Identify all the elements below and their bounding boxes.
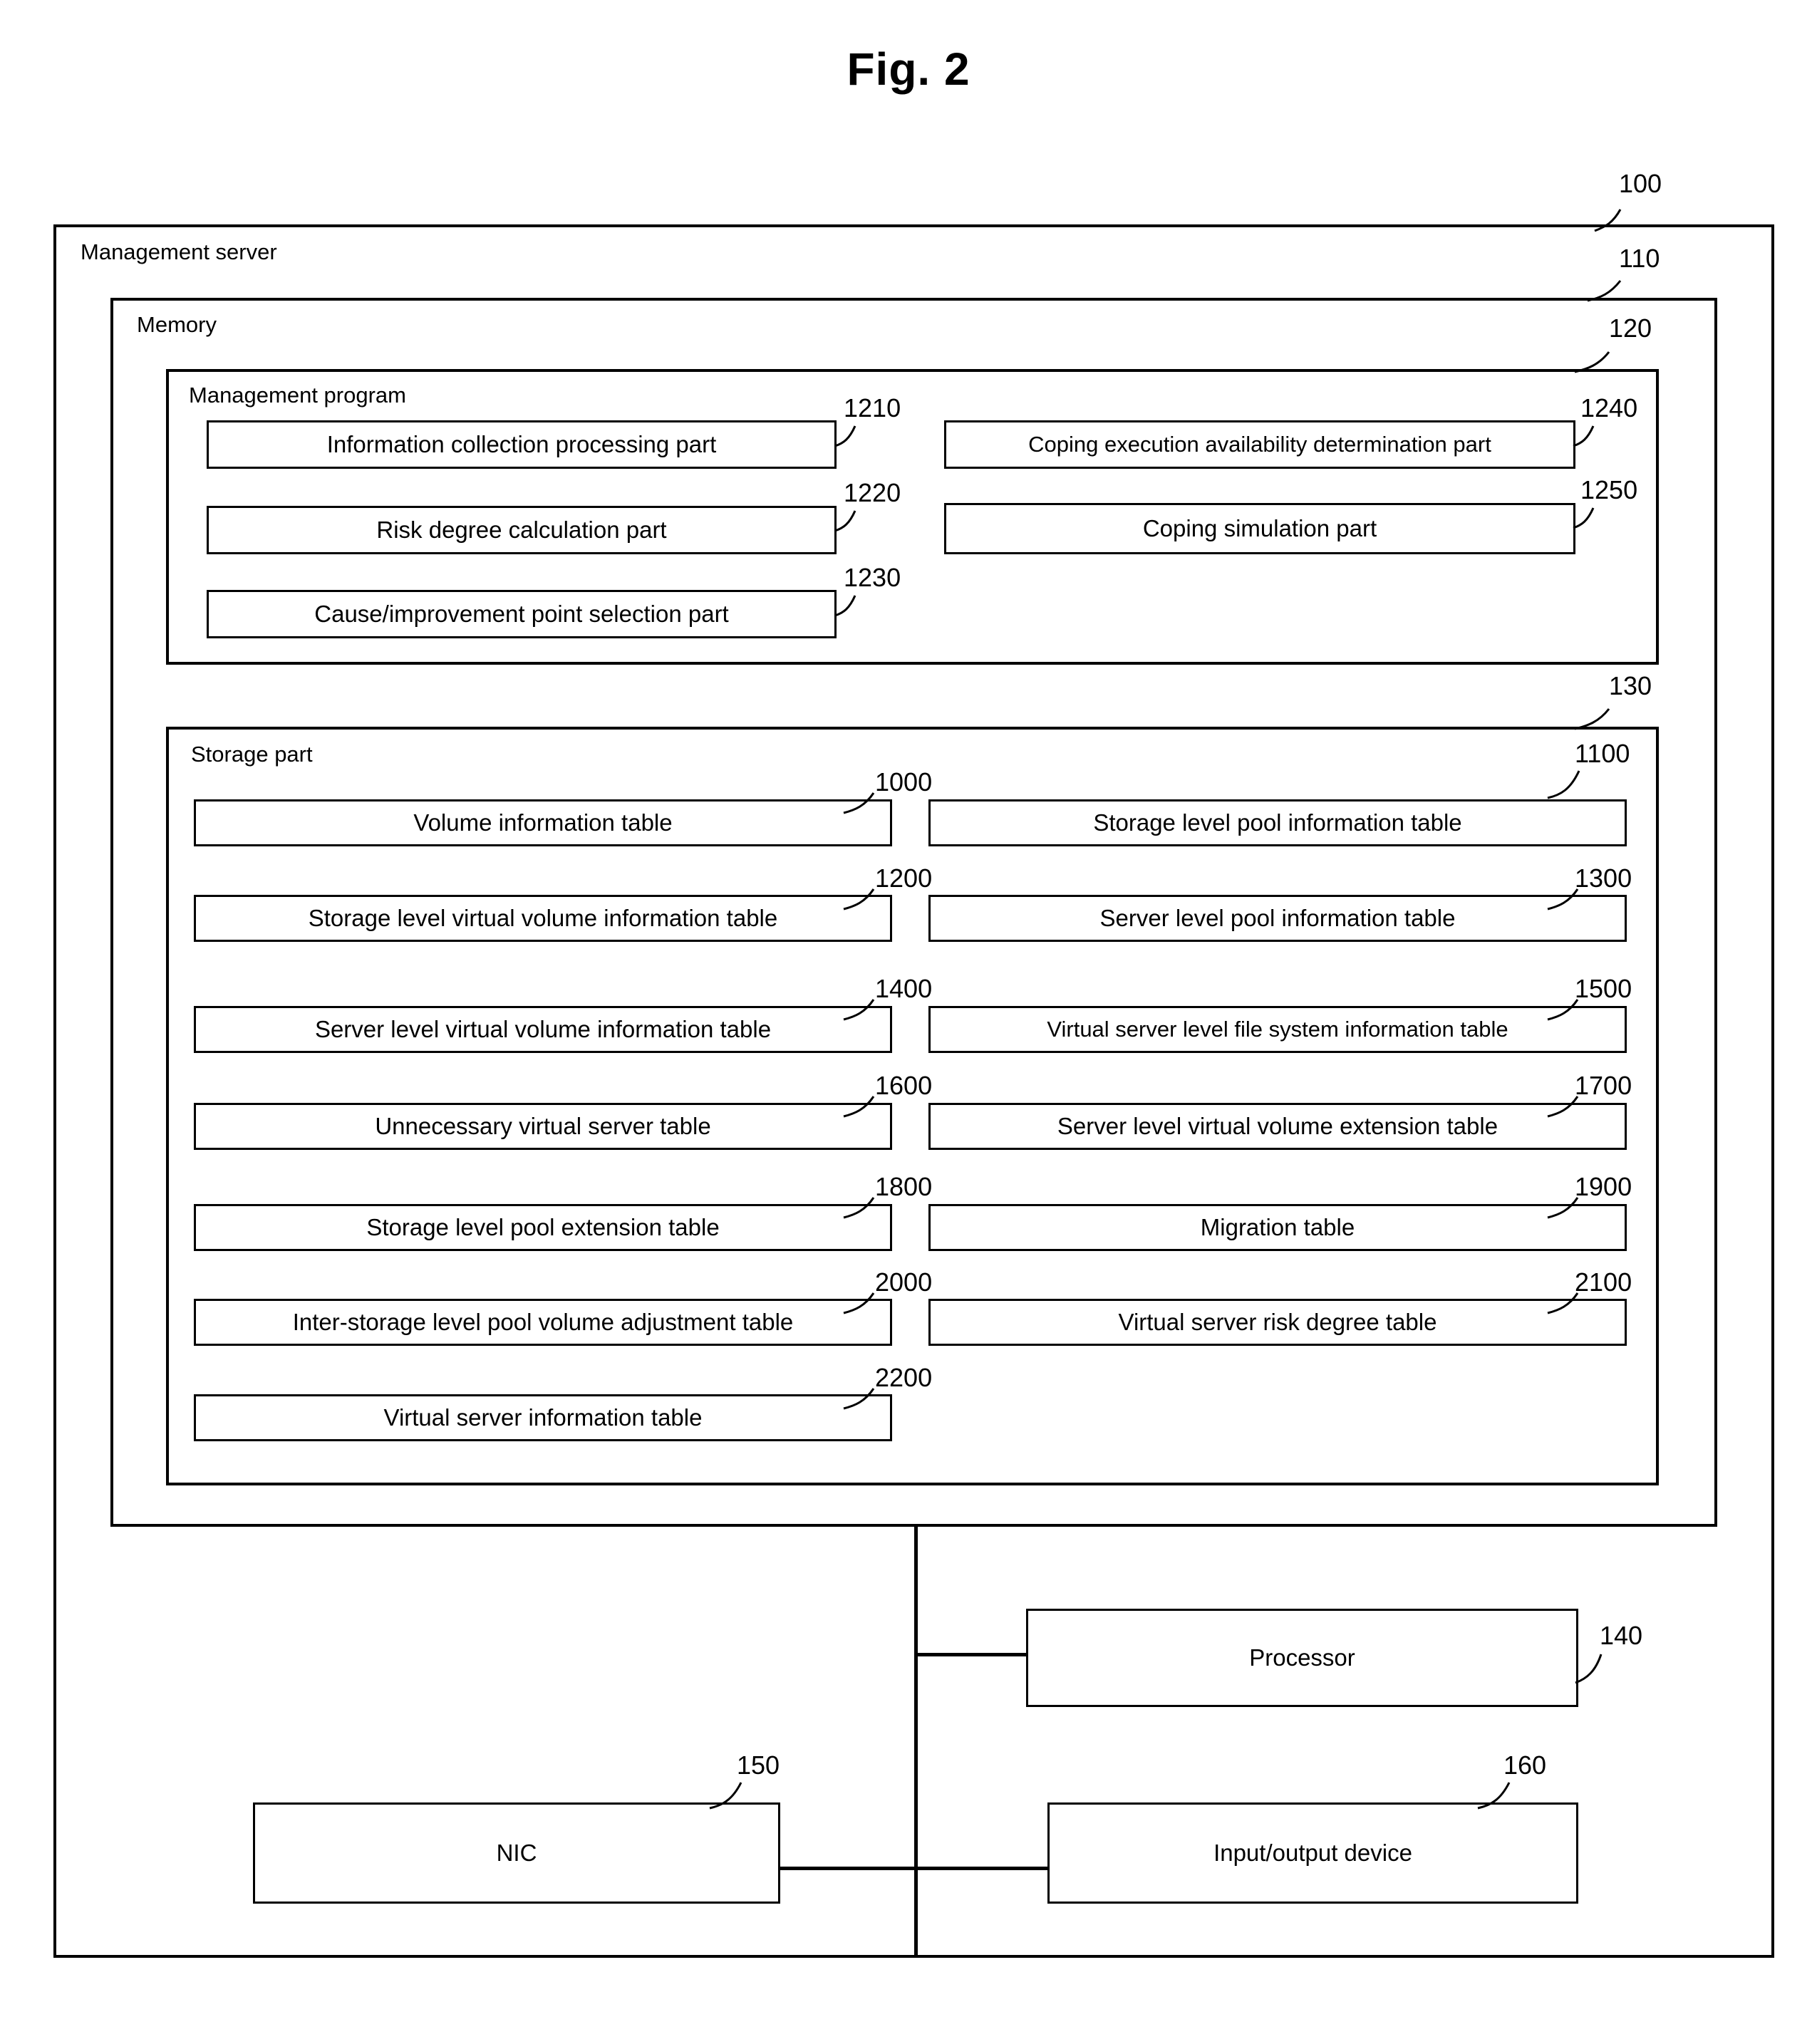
io-device-box[interactable]: Input/output device (1047, 1802, 1578, 1904)
system-bus-branch-processor (914, 1653, 1028, 1656)
migration-table-label: Migration table (1200, 1213, 1355, 1240)
cause-improvement-point-selection-part-label: Cause/improvement point selection part (314, 600, 729, 627)
virtual-server-information-table[interactable]: Virtual server information table (194, 1394, 892, 1441)
management-program-label: Management program (189, 383, 406, 408)
leader-line-130 (1574, 708, 1610, 730)
storage-level-virtual-volume-information-table-label: Storage level virtual volume information… (308, 904, 778, 931)
leader-line-1220 (834, 510, 856, 532)
risk-degree-calculation-part-label: Risk degree calculation part (376, 516, 667, 543)
storage-level-pool-information-table-label: Storage level pool information table (1093, 809, 1462, 836)
leader-line-1800 (843, 1197, 875, 1219)
coping-simulation-part-label: Coping simulation part (1142, 514, 1377, 541)
processor-box[interactable]: Processor (1026, 1609, 1578, 1707)
processor-label: Processor (1249, 1644, 1355, 1671)
storage-level-pool-information-table[interactable]: Storage level pool information table (928, 799, 1627, 846)
virtual-server-risk-degree-table-label: Virtual server risk degree table (1118, 1308, 1437, 1335)
server-level-pool-information-table-label: Server level pool information table (1099, 904, 1456, 931)
virtual-server-information-table-label: Virtual server information table (383, 1404, 703, 1431)
leader-line-100 (1594, 209, 1622, 232)
volume-information-table[interactable]: Volume information table (194, 799, 892, 846)
coping-execution-availability-determination-part[interactable]: Coping execution availability determinat… (944, 420, 1575, 469)
server-level-virtual-volume-extension-table-label: Server level virtual volume extension ta… (1057, 1112, 1498, 1139)
migration-table[interactable]: Migration table (928, 1204, 1627, 1251)
leader-line-2100 (1547, 1292, 1579, 1314)
nic-box[interactable]: NIC (253, 1802, 780, 1904)
virtual-server-risk-degree-table[interactable]: Virtual server risk degree table (928, 1299, 1627, 1346)
leader-line-1250 (1573, 507, 1595, 529)
leader-line-120 (1574, 351, 1610, 373)
leader-line-1000 (843, 792, 875, 814)
leader-line-1500 (1547, 999, 1579, 1021)
storage-level-pool-extension-table[interactable]: Storage level pool extension table (194, 1204, 892, 1251)
leader-line-2200 (843, 1388, 875, 1410)
leader-line-1200 (843, 888, 875, 911)
management-server-label: Management server (81, 239, 277, 264)
information-collection-processing-part[interactable]: Information collection processing part (207, 420, 837, 469)
leader-line-1400 (843, 999, 875, 1021)
information-collection-processing-part-label: Information collection processing part (326, 430, 717, 457)
system-bus-vertical (914, 1527, 918, 1956)
volume-information-table-label: Volume information table (413, 809, 673, 836)
coping-execution-availability-determination-part-label: Coping execution availability determinat… (1028, 431, 1491, 457)
server-level-pool-information-table[interactable]: Server level pool information table (928, 895, 1627, 942)
leader-line-1100 (1547, 770, 1580, 799)
risk-degree-calculation-part[interactable]: Risk degree calculation part (207, 506, 837, 554)
leader-line-160 (1477, 1782, 1511, 1810)
cause-improvement-point-selection-part[interactable]: Cause/improvement point selection part (207, 590, 837, 638)
virtual-server-level-file-system-information-table-label: Virtual server level file system informa… (1047, 1016, 1508, 1042)
storage-level-virtual-volume-information-table[interactable]: Storage level virtual volume information… (194, 895, 892, 942)
virtual-server-level-file-system-information-table[interactable]: Virtual server level file system informa… (928, 1006, 1627, 1053)
system-bus-branch-nic-io (779, 1867, 1050, 1870)
figure-title: Fig. 2 (847, 43, 970, 95)
leader-line-1210 (834, 425, 856, 447)
server-level-virtual-volume-information-table-label: Server level virtual volume information … (314, 1015, 772, 1042)
server-level-virtual-volume-extension-table[interactable]: Server level virtual volume extension ta… (928, 1103, 1627, 1150)
leader-line-1700 (1547, 1096, 1579, 1118)
leader-line-1600 (843, 1096, 875, 1118)
leader-line-1300 (1547, 888, 1579, 911)
inter-storage-level-pool-volume-adjustment-table[interactable]: Inter-storage level pool volume adjustme… (194, 1299, 892, 1346)
leader-line-2000 (843, 1292, 875, 1314)
leader-line-110 (1587, 280, 1622, 302)
nic-label: NIC (496, 1839, 537, 1866)
coping-simulation-part[interactable]: Coping simulation part (944, 503, 1575, 554)
inter-storage-level-pool-volume-adjustment-table-label: Inter-storage level pool volume adjustme… (292, 1308, 794, 1335)
leader-line-1240 (1573, 425, 1595, 447)
storage-part-label: Storage part (191, 742, 313, 767)
leader-line-150 (709, 1782, 742, 1810)
io-device-label: Input/output device (1213, 1839, 1412, 1866)
server-level-virtual-volume-information-table[interactable]: Server level virtual volume information … (194, 1006, 892, 1053)
storage-level-pool-extension-table-label: Storage level pool extension table (366, 1213, 720, 1240)
leader-line-140 (1575, 1654, 1603, 1684)
leader-line-1230 (834, 595, 856, 617)
memory-label: Memory (137, 312, 217, 337)
unnecessary-virtual-server-table[interactable]: Unnecessary virtual server table (194, 1103, 892, 1150)
leader-line-1900 (1547, 1197, 1579, 1219)
unnecessary-virtual-server-table-label: Unnecessary virtual server table (375, 1112, 711, 1139)
